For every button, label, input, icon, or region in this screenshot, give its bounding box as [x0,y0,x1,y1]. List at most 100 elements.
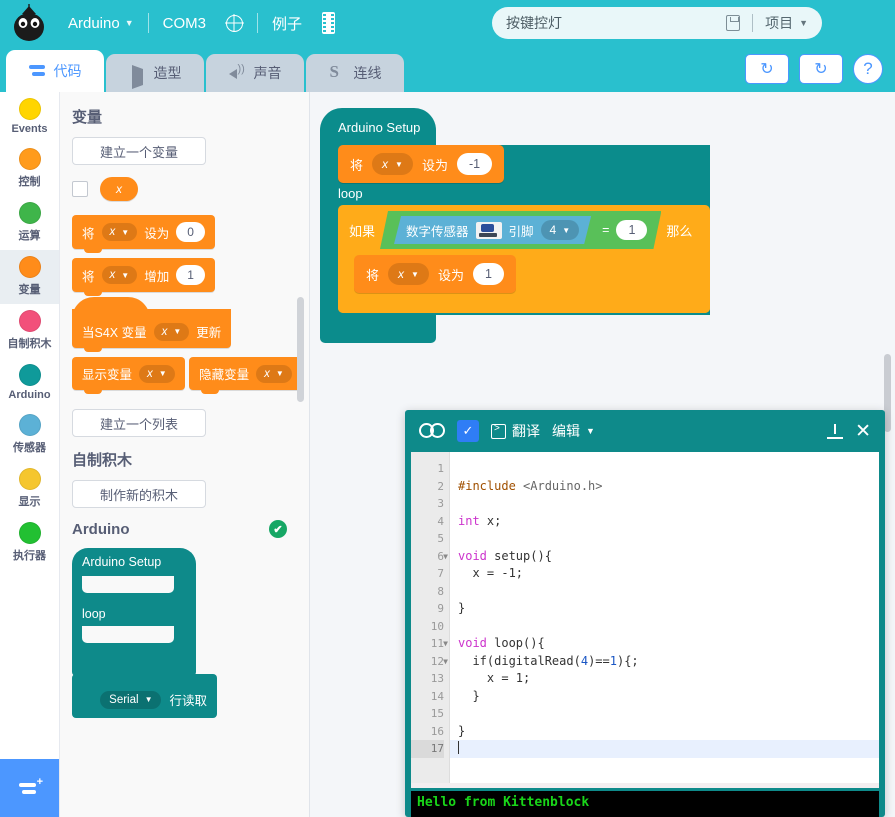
refresh-icon: ↻ [814,61,828,78]
make-list-button[interactable]: 建立一个列表 [72,409,206,437]
code-editor[interactable]: 1 2 3 4 5 6 ▼ 7 8 9 10 11 ▼ 12 ▼ 13 14 15 16 17 #include <A… [411,452,879,788]
tab-code[interactable]: 代码 [6,50,104,92]
palette-scrollbar[interactable] [297,297,304,402]
refresh-button-1[interactable]: ↻ [745,54,789,84]
sensor-digital-read-block[interactable]: 数字传感器 引脚 4 ▼ [394,216,591,244]
help-button[interactable]: ? [853,54,883,84]
sidebar-item-events[interactable]: Events [0,92,59,142]
make-variable-button[interactable]: 建立一个变量 [72,137,206,165]
sidebar-item-arduino[interactable]: Arduino [0,358,59,408]
tab-sounds[interactable]: 声音 [206,54,304,92]
tab-wiring[interactable]: 连线 [306,54,404,92]
sidebar-item-control[interactable]: 控制 [0,142,59,196]
workspace-block-setup-header: Arduino Setup [320,108,436,145]
upload-icon[interactable] [827,423,844,439]
line-number: 11 ▼ [411,635,448,653]
editor-horizontal-scrollbar[interactable] [411,783,879,788]
palette-block-hide-variable[interactable]: 隐藏变量 x ▼ [189,357,302,394]
block-foot [72,652,196,676]
translate-button[interactable]: 翻译 [491,421,540,441]
sidebar-item-actuators[interactable]: 执行器 [0,516,59,570]
operator-equals-block[interactable]: 数字传感器 引脚 4 ▼ = 1 [380,211,661,249]
palette-block-set-variable[interactable]: 将 x ▼ 设为 0 [72,215,215,253]
serial-port-dropdown[interactable]: Serial ▼ [100,690,162,709]
edit-menu[interactable]: 编辑 ▼ [552,421,595,441]
block-palette[interactable]: 变量 建立一个变量 x 将 x ▼ 设为 0 将 x ▼ 增加 1 当S4X 变… [60,92,310,817]
if-condition-row: 如果 数字传感器 引脚 4 ▼ = 1 那么 [338,205,710,255]
palette-block-show-variable[interactable]: 显示变量 x ▼ [72,357,185,394]
app-logo[interactable] [0,0,58,46]
close-icon[interactable]: ✕ [855,422,871,441]
sidebar-item-label: 变量 [18,284,41,296]
variable-monitor-checkbox[interactable] [72,181,88,197]
project-menu[interactable]: 项目 ▼ [765,13,808,33]
variable-dropdown[interactable]: x ▼ [139,364,175,383]
chevron-down-icon: ▼ [173,327,182,336]
variable-dropdown[interactable]: x ▼ [372,153,413,175]
sidebar-item-label: 传感器 [13,442,46,454]
workspace-block-set-x-1[interactable]: 将 x ▼ 设为 1 [354,255,516,293]
tab-costumes[interactable]: 造型 [106,54,204,92]
palette-block-s4x-variable-update[interactable]: 当S4X 变量 x ▼ 更新 [72,297,232,352]
code-line: } [458,723,466,738]
variable-dropdown-value: x [109,269,116,281]
chevron-down-icon: ▼ [158,369,167,378]
sidebar-item-operators[interactable]: 运算 [0,196,59,250]
refresh-button-2[interactable]: ↻ [799,54,843,84]
variable-dropdown[interactable]: x ▼ [101,266,138,284]
palette-block-change-variable[interactable]: 将 x ▼ 增加 1 [72,258,215,296]
add-extension-button[interactable]: + [0,759,59,817]
port-menu[interactable]: COM3 [153,15,216,32]
brush-icon [129,65,147,89]
sidebar-item-sensors[interactable]: 传感器 [0,408,59,462]
sidebar-item-variables[interactable]: 变量 [0,250,59,304]
pin-dropdown[interactable]: 4 ▼ [541,220,580,240]
chevron-down-icon: ▼ [144,695,153,704]
examples-menu[interactable]: 例子 [262,13,312,34]
compare-value-input[interactable]: 1 [616,220,647,240]
value-input[interactable]: 1 [176,265,205,285]
project-name-input[interactable]: 按键控灯 [506,13,726,33]
workspace-script[interactable]: Arduino Setup 将 x ▼ 设为 -1 loop 如果 数字传感器 … [320,108,710,343]
sidebar-item-display[interactable]: 显示 [0,462,59,516]
value-input[interactable]: -1 [456,153,493,175]
variable-dropdown[interactable]: x ▼ [153,322,190,341]
workspace-block-if-then[interactable]: 如果 数字传感器 引脚 4 ▼ = 1 那么 将 x ▼ 设为 1 [338,205,710,313]
workspace-scrollbar-vertical[interactable] [884,354,891,432]
digital-sensor-image-icon [476,222,502,239]
tab-code-label: 代码 [53,63,82,79]
board-chip-button[interactable] [312,12,345,34]
palette-block-serial-readline[interactable]: Serial ▼ 行读取 [72,674,217,718]
chevron-down-icon: ▼ [121,227,130,237]
variable-x-block[interactable]: x [100,177,138,201]
make-block-button[interactable]: 制作新的积木 [72,480,206,508]
category-color-dot [18,202,41,224]
workspace-block-set-x-minus1[interactable]: 将 x ▼ 设为 -1 [338,145,505,183]
variable-dropdown[interactable]: x ▼ [388,263,429,285]
sidebar-item-myblocks[interactable]: 自制积木 [0,304,59,358]
line-number: 9 [437,602,444,615]
verify-button[interactable]: ✓ [457,420,479,442]
block-label-setup: Arduino Setup [72,548,196,576]
language-button[interactable] [216,14,253,32]
code-panel-header: ✓ 翻译 编辑 ▼ ✕ [405,410,885,452]
console-text: Hello from Kittenblock [417,795,590,810]
variable-dropdown[interactable]: x ▼ [101,223,138,241]
block-label-prefix: 将 [366,267,380,283]
palette-block-arduino-setup-loop[interactable]: Arduino Setup loop [72,548,196,676]
status-badge: ✔ [269,520,287,538]
sidebar-item-label: 显示 [18,496,41,508]
save-icon[interactable] [726,15,741,31]
code-text-area[interactable]: #include <Arduino.h> int x; void setup()… [449,452,879,788]
fold-arrow-icon[interactable]: ▼ [443,635,448,653]
fold-arrow-icon[interactable]: ▼ [443,548,448,566]
fold-arrow-icon[interactable]: ▼ [443,653,448,671]
variable-dropdown[interactable]: x ▼ [256,364,292,383]
value-input[interactable]: 1 [472,263,504,285]
value-input[interactable]: 0 [176,222,205,242]
serial-port-value: Serial [109,693,139,706]
tab-bar: 代码 造型 声音 连线 ↻ ↻ ? [0,46,895,92]
tab-sounds-label: 声音 [253,65,282,81]
board-menu[interactable]: Arduino ▼ [58,15,144,32]
